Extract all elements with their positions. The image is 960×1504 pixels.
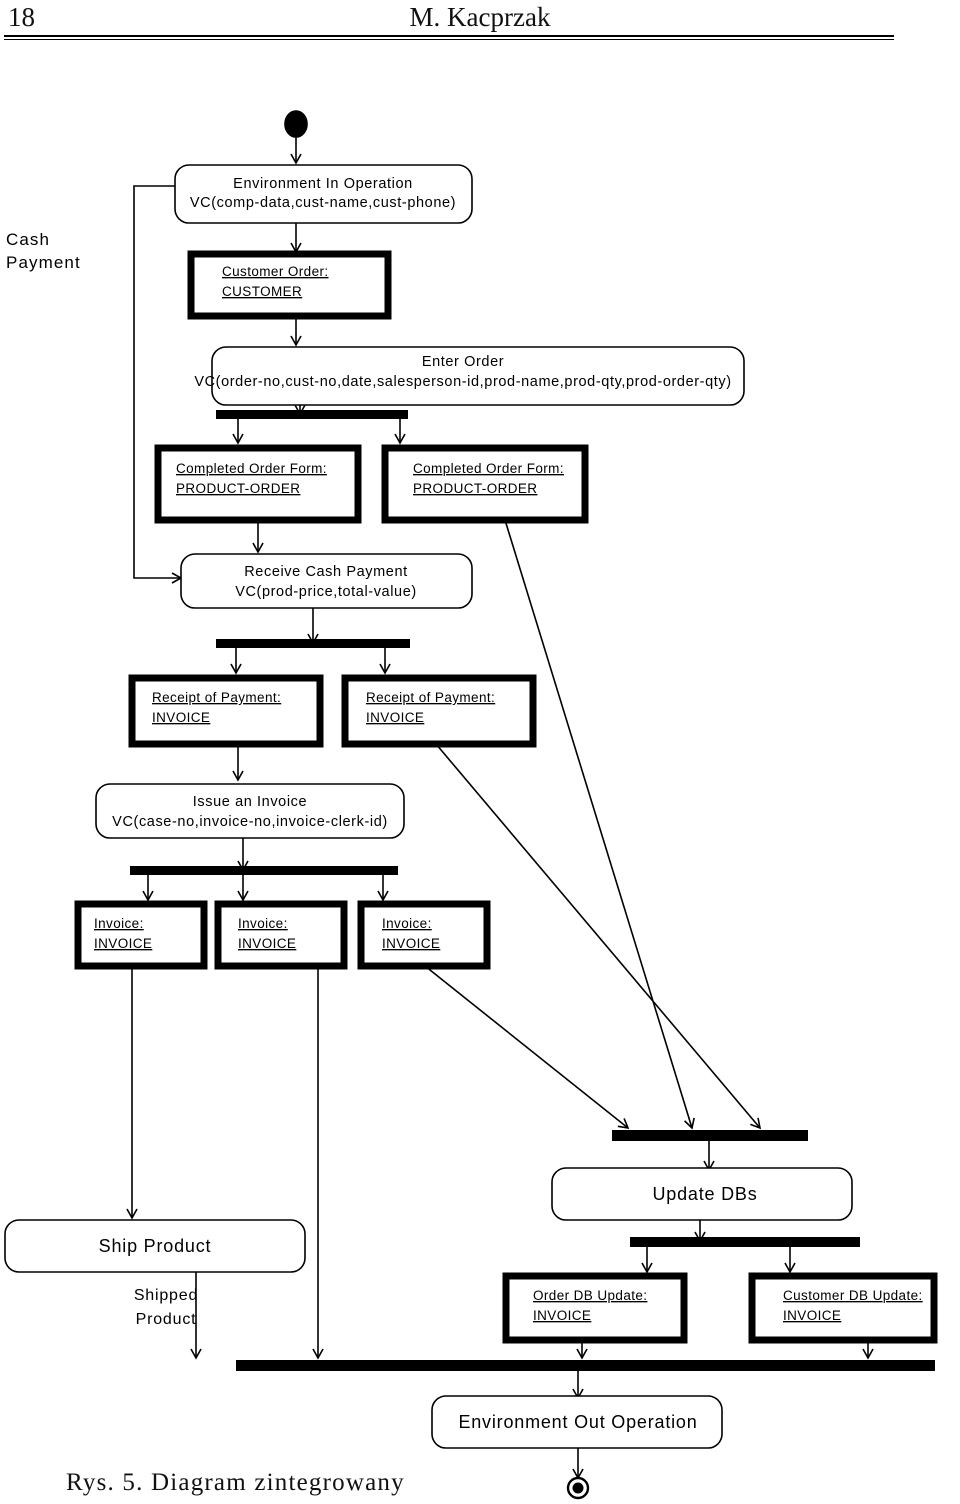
object-node-order-form-1-name: Completed Order Form: [176,461,327,476]
flow-order-form-2-to-join [504,519,695,1130]
object-node-invoice-2-name: Invoice: [238,916,288,931]
fork-bar-after-receive-cash [216,639,410,648]
object-node-receipt-2-name: Receipt of Payment: [366,690,495,705]
start-node-icon [284,110,308,138]
object-node-customer-db[interactable] [748,1272,938,1344]
figure-caption: Rys. 5. Diagram zintegrowany [66,1469,405,1496]
activity-env-in-line1: Environment In Operation [233,176,413,192]
activity-update-dbs-label: Update DBs [652,1184,757,1204]
activity-receive-cash-line2: VC(prod-price,total-value) [235,584,417,600]
activity-issue-invoice-line1: Issue an Invoice [193,794,307,810]
activity-env-in[interactable] [174,164,473,224]
object-node-invoice-3-name: Invoice: [382,916,432,931]
activity-issue-invoice-line2: VC(case-no,invoice-no,invoice-clerk-id) [112,814,388,830]
activity-receive-cash-line1: Receive Cash Payment [244,564,408,580]
object-node-customer-db-name: Customer DB Update: [783,1288,923,1303]
end-node-inner-icon [572,1482,584,1494]
activity-enter-order-line2: VC(order-no,cust-no,date,salesperson-id,… [194,374,731,390]
object-node-invoice-1-classifier: INVOICE [94,936,152,951]
object-node-order-form-2-classifier: PRODUCT-ORDER [413,481,537,496]
object-node-invoice-3[interactable] [357,900,491,970]
object-node-order-form-1-classifier: PRODUCT-ORDER [176,481,300,496]
flow-label-shipped-product-line1: Shipped [134,1287,198,1304]
activity-enter-order-line1: Enter Order [422,354,504,370]
object-node-invoice-3-classifier: INVOICE [382,936,440,951]
object-node-customer-db-classifier: INVOICE [783,1308,841,1323]
object-node-customer-order-name: Customer Order: [222,264,329,279]
activity-diagram: Environment In Operation VC(comp-data,cu… [4,110,938,1500]
object-node-receipt-1-name: Receipt of Payment: [152,690,281,705]
object-node-receipt-2-classifier: INVOICE [366,710,424,725]
flow-invoice-3-to-join [424,965,630,1130]
object-node-order-db-classifier: INVOICE [533,1308,591,1323]
object-node-receipt-1-classifier: INVOICE [152,710,210,725]
fork-bar-after-update-dbs [630,1237,860,1247]
activity-env-in-line2: VC(comp-data,cust-name,cust-phone) [190,195,456,211]
object-node-customer-order-classifier: CUSTOMER [222,284,302,299]
join-bar-before-env-out [236,1360,935,1371]
activity-ship-product-label: Ship Product [99,1236,212,1256]
object-node-order-db-name: Order DB Update: [533,1288,647,1303]
object-node-invoice-2-classifier: INVOICE [238,936,296,951]
flow-label-shipped-product-line2: Product [136,1311,197,1328]
fork-bar-after-issue-invoice [130,866,398,875]
object-node-invoice-1[interactable] [74,900,208,970]
object-node-invoice-1-name: Invoice: [94,916,144,931]
join-bar-before-update-dbs [612,1130,808,1141]
object-node-order-form-2-name: Completed Order Form: [413,461,564,476]
fork-bar-after-enter-order [216,410,408,419]
object-node-invoice-2[interactable] [214,900,348,970]
activity-env-out-label: Environment Out Operation [458,1412,697,1432]
